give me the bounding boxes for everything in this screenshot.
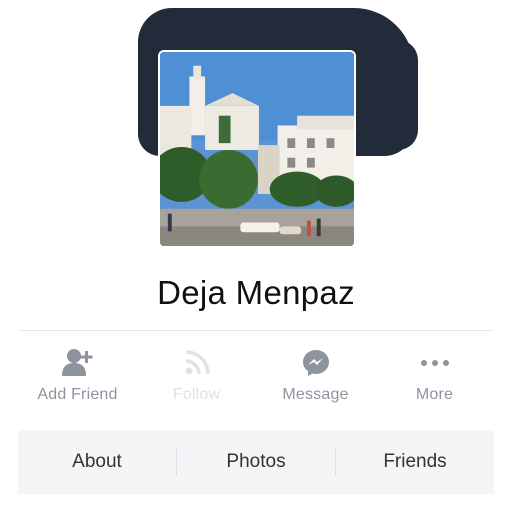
cover-photo-edge	[378, 40, 418, 150]
tab-about[interactable]: About	[18, 430, 176, 494]
profile-tabs: About Photos Friends	[18, 430, 494, 494]
tab-friends[interactable]: Friends	[336, 430, 494, 494]
town-photo-image	[160, 52, 354, 246]
message-label: Message	[282, 386, 349, 403]
profile-name: Deja Menpaz	[157, 274, 355, 311]
follow-label: Follow	[172, 386, 221, 403]
tab-photos[interactable]: Photos	[177, 430, 335, 494]
add-friend-button[interactable]: Add Friend	[18, 346, 137, 416]
more-icon	[420, 360, 449, 366]
message-button[interactable]: Message	[256, 346, 375, 416]
messenger-icon	[302, 350, 329, 376]
add-friend-icon	[61, 349, 92, 376]
more-label: More	[415, 386, 454, 403]
rss-icon	[185, 350, 210, 375]
more-button[interactable]: More	[375, 346, 494, 416]
profile-picture[interactable]	[158, 50, 356, 248]
divider	[18, 330, 494, 331]
profile-actions: Add Friend Follow Message More	[18, 346, 494, 416]
add-friend-label: Add Friend	[37, 386, 118, 403]
follow-button[interactable]: Follow	[137, 346, 256, 416]
